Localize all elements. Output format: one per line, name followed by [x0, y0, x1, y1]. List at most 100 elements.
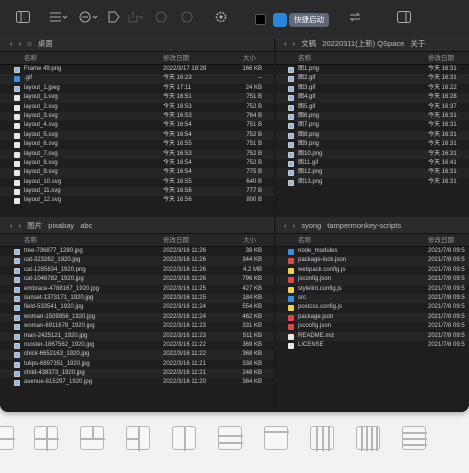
breadcrumb-item[interactable]: abc: [80, 221, 92, 230]
list-item[interactable]: README.md 2021/7/8 09:5: [276, 331, 469, 341]
breadcrumb-item[interactable]: 文稿: [301, 39, 316, 48]
list-item[interactable]: woman-6911678_1920.jpg 2022/3/16 11:23 331…: [0, 322, 274, 331]
list-item[interactable]: layout_1.jpeg 今天 17:11 24 KB: [0, 84, 274, 93]
list-item[interactable]: src 2021/7/8 09:5: [276, 293, 469, 304]
terminal-icon[interactable]: [255, 14, 266, 25]
list-item[interactable]: node_modules 2021/7/8 09:5: [276, 247, 469, 256]
list-item[interactable]: layout_4.svg 今天 16:54 751 B: [0, 121, 274, 130]
list-item[interactable]: postcss.config.js 2021/7/8 09:5: [276, 303, 469, 312]
four-rows-icon[interactable]: [402, 426, 427, 450]
quad-grid-icon[interactable]: [34, 426, 59, 451]
tag-icon[interactable]: [108, 11, 120, 29]
list-item[interactable]: 图3.gif 今天 16:22: [276, 84, 469, 93]
breadcrumb-item[interactable]: syong: [301, 221, 321, 230]
list-item[interactable]: layout_2.svg 今天 16:53 752 B: [0, 103, 274, 112]
back-icon[interactable]: ‹: [284, 39, 287, 48]
list-item[interactable]: 图8.png 今天 16:31: [276, 130, 469, 141]
column-name[interactable]: 名称: [24, 234, 37, 247]
breadcrumb-item[interactable]: 桌面: [38, 39, 53, 48]
list-item[interactable]: 图12.png 今天 16:31: [276, 168, 469, 178]
sidebar-toggle-icon[interactable]: [16, 11, 30, 29]
list-item[interactable]: cat-1285634_1920.png 2022/3/16 11:26 4.2 M…: [0, 266, 274, 275]
view-list-icon[interactable]: [50, 11, 68, 29]
column-size[interactable]: 大小: [243, 234, 256, 247]
list-item[interactable]: layout_7.svg 今天 16:53 752 B: [0, 149, 274, 159]
list-item[interactable]: .gif 今天 16:23 --: [0, 74, 274, 84]
gear-icon[interactable]: [215, 11, 227, 29]
five-columns-icon[interactable]: [356, 426, 380, 451]
list-item[interactable]: 图2.gif 今天 16:31: [276, 74, 469, 84]
trash-icon[interactable]: [155, 11, 167, 29]
vscode-icon[interactable]: [273, 13, 287, 27]
top-bottom-split-icon[interactable]: [80, 426, 105, 450]
three-columns-icon[interactable]: [172, 426, 196, 451]
back-icon[interactable]: ‹: [10, 39, 13, 48]
breadcrumb-item[interactable]: 关于: [410, 39, 425, 48]
column-date[interactable]: 修改日期: [428, 234, 454, 247]
list-item[interactable]: 图4.gif 今天 16:28: [276, 93, 469, 103]
list-item[interactable]: layout_12.svg 今天 16:56 800 B: [0, 196, 274, 205]
list-item[interactable]: 图11.gif 今天 16:41: [276, 159, 469, 168]
pane-top-left[interactable]: ‹ › ⌂ 桌面 名称 修改日期 大小 Frame 49.png 2022/3/1…: [0, 35, 274, 215]
sidebar-right-toggle-icon[interactable]: [397, 11, 411, 29]
list-item[interactable]: 图13.png 今天 16:31: [276, 178, 469, 187]
list-item[interactable]: woman-1509956_1920.jpg 2022/3/16 11:24 462…: [0, 312, 274, 323]
list-item[interactable]: jsconfig.json 2021/7/8 09:5: [276, 275, 469, 285]
column-date[interactable]: 修改日期: [428, 52, 454, 65]
list-item[interactable]: layout_6.svg 今天 16:55 751 B: [0, 140, 274, 149]
forward-icon[interactable]: ›: [19, 221, 22, 230]
forward-icon[interactable]: ›: [293, 39, 296, 48]
forward-icon[interactable]: ›: [293, 221, 296, 230]
column-date[interactable]: 修改日期: [163, 52, 189, 65]
breadcrumb-item[interactable]: 图片: [27, 221, 42, 230]
list-item[interactable]: package.json 2021/7/8 09:5: [276, 312, 469, 323]
list-item[interactable]: LICENSE 2021/7/8 09:5: [276, 341, 469, 350]
list-item[interactable]: stylelint.config.js 2021/7/8 09:5: [276, 285, 469, 294]
column-date[interactable]: 修改日期: [163, 234, 189, 247]
pane-bottom-left[interactable]: ‹ › 图片 pixabay abc 名称 修改日期 大小 tree-73687…: [0, 217, 274, 412]
quick-launch-button[interactable]: 快捷启动: [289, 13, 329, 27]
list-item[interactable]: chick-6652163_1920.jpg 2022/3/16 11:22 368…: [0, 350, 274, 360]
column-name[interactable]: 名称: [24, 52, 37, 65]
vertical-split-icon[interactable]: [126, 426, 150, 451]
breadcrumb-item[interactable]: tampermonkey-scripts: [327, 221, 401, 230]
column-size[interactable]: 大小: [243, 52, 256, 65]
list-item[interactable]: 图6.png 今天 16:31: [276, 111, 469, 122]
back-icon[interactable]: ‹: [10, 221, 13, 230]
list-item[interactable]: webpack.config.js 2021/7/8 09:5: [276, 266, 469, 275]
column-name[interactable]: 名称: [298, 234, 311, 247]
breadcrumb-item[interactable]: pixabay: [48, 221, 74, 230]
list-item[interactable]: child-438373_1920.jpg 2022/3/16 11:21 248 …: [0, 369, 274, 379]
info-icon[interactable]: [181, 11, 193, 29]
list-item[interactable]: jsconfig.json 2021/7/8 09:5: [276, 322, 469, 331]
list-item[interactable]: cat-1046782_1920.jpg 2022/3/16 11:26 796 K…: [0, 275, 274, 285]
list-item[interactable]: Frame 49.png 2022/3/17 18:29 166 KB: [0, 65, 274, 74]
pane-bottom-right[interactable]: ‹ › syong tampermonkey-scripts 名称 修改日期 n…: [276, 217, 469, 412]
list-item[interactable]: avenue-815297_1920.jpg 2022/3/16 11:20 384…: [0, 378, 274, 387]
share-icon[interactable]: [126, 11, 144, 29]
swap-panes-icon[interactable]: [349, 11, 361, 29]
list-item[interactable]: sunset-1373171_1920.jpg 2022/3/16 11:25 18…: [0, 293, 274, 304]
list-item[interactable]: layout_3.svg 今天 16:53 764 B: [0, 111, 274, 122]
list-item[interactable]: layout_5.svg 今天 16:54 752 B: [0, 130, 274, 141]
list-item[interactable]: 图7.png 今天 16:31: [276, 121, 469, 130]
group-icon[interactable]: [79, 11, 99, 29]
list-item[interactable]: layout_9.svg 今天 16:54 775 B: [0, 168, 274, 178]
list-item[interactable]: layout_11.svg 今天 16:56 777 B: [0, 187, 274, 197]
list-item[interactable]: embrace-4788167_1920.jpg 2022/3/16 11:25 4…: [0, 285, 274, 294]
forward-icon[interactable]: ›: [19, 39, 22, 48]
back-icon[interactable]: ‹: [284, 221, 287, 230]
pane-top-right[interactable]: ‹ › 文稿 20220311(上新) QSpace 关于 名称 修改日期 图1…: [276, 35, 469, 215]
list-item[interactable]: tree-736877_1280.jpg 2022/3/16 11:26 38 KB: [0, 247, 274, 256]
list-item[interactable]: layout_1.svg 今天 16:51 751 B: [0, 93, 274, 103]
list-item[interactable]: man-2425121_1920.jpg 2022/3/16 11:23 511 K…: [0, 331, 274, 341]
list-item[interactable]: 图9.png 今天 16:31: [276, 140, 469, 149]
list-item[interactable]: 图1.png 今天 16:31: [276, 65, 469, 74]
column-name[interactable]: 名称: [298, 52, 311, 65]
list-item[interactable]: 图10.png 今天 16:31: [276, 149, 469, 159]
list-item[interactable]: layout_10.svg 今天 16:55 640 B: [0, 178, 274, 187]
four-columns-icon[interactable]: [310, 426, 334, 451]
list-item[interactable]: package-lock.json 2021/7/8 09:5: [276, 256, 469, 266]
list-item[interactable]: 图5.gif 今天 16:37: [276, 103, 469, 112]
list-item[interactable]: tulips-6897351_1920.jpg 2022/3/16 11:21 33…: [0, 360, 274, 369]
